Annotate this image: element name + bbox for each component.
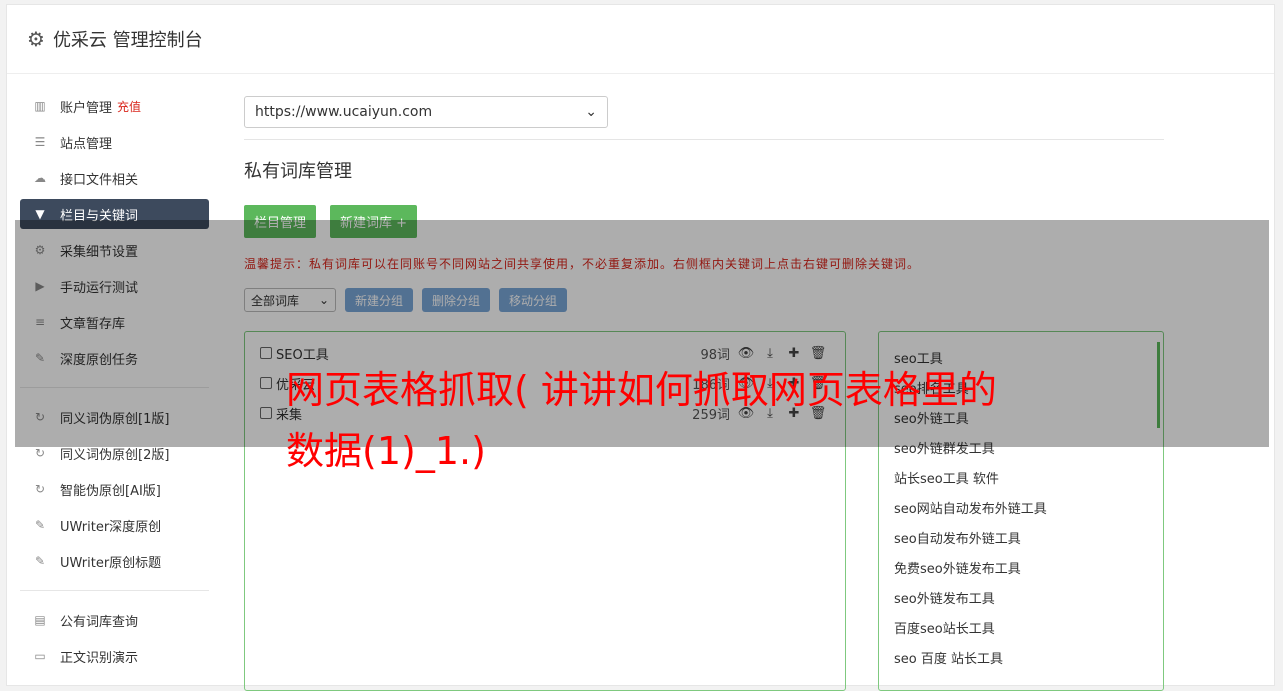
keyword-item[interactable]: 免费seo外链发布工具 — [879, 552, 1163, 582]
sidebar-item-label: 站点管理 — [60, 136, 113, 152]
keyword-item[interactable]: seo网站自动发布外链工具 — [879, 492, 1163, 522]
sidebar-item-label: 账户管理 — [60, 100, 113, 116]
sidebar-item-account[interactable]: ▥ 账户管理 充值 — [20, 91, 209, 121]
bar-chart-icon: ▥ — [34, 99, 46, 113]
sidebar-item-uwriter-title[interactable]: ✎ UWriter原创标题 — [20, 546, 209, 576]
refresh-icon: ↻ — [34, 446, 46, 460]
refresh-icon: ↻ — [34, 482, 46, 496]
edit-icon: ✎ — [34, 518, 46, 532]
header: ⚙ 优采云 管理控制台 — [7, 5, 1274, 74]
keyword-item[interactable]: seo 百度 站长工具 — [879, 642, 1163, 672]
keyword-item[interactable]: 百度seo站长工具 — [879, 612, 1163, 642]
sidebar-item-interface-files[interactable]: ☁ 接口文件相关 — [20, 163, 209, 193]
sidebar-item-label: UWriter深度原创 — [60, 519, 162, 535]
sidebar-item-sites[interactable]: ☰ 站点管理 — [20, 127, 209, 157]
book-icon: ▤ — [34, 613, 46, 627]
site-select[interactable]: https://www.ucaiyun.com ⌄ — [244, 96, 608, 128]
gear-icon[interactable]: ⚙ — [27, 29, 45, 49]
sidebar-item-label: 接口文件相关 — [60, 172, 139, 188]
edit-icon: ✎ — [34, 554, 46, 568]
keyword-item[interactable]: seo自动发布外链工具 — [879, 522, 1163, 552]
app-title: 优采云 管理控制台 — [52, 30, 203, 51]
chevron-down-icon: ⌄ — [585, 104, 597, 120]
desktop-icon: ▭ — [34, 649, 46, 663]
server-icon: ☰ — [34, 135, 46, 149]
sidebar-item-uwriter-deep[interactable]: ✎ UWriter深度原创 — [20, 510, 209, 540]
site-select-value: https://www.ucaiyun.com — [255, 104, 433, 120]
sidebar-divider — [20, 590, 209, 591]
sidebar-item-public-library[interactable]: ▤ 公有词库查询 — [20, 605, 209, 635]
recharge-link[interactable]: 充值 — [117, 98, 141, 115]
sidebar-item-ai-rewrite[interactable]: ↻ 智能伪原创[AI版] — [20, 474, 209, 504]
sidebar-item-label: 正文识别演示 — [60, 650, 139, 666]
sidebar-item-label: 公有词库查询 — [60, 614, 139, 630]
page-title: 私有词库管理 — [244, 161, 352, 182]
cloud-upload-icon: ☁ — [34, 171, 46, 185]
keyword-item[interactable]: seo外链发布工具 — [879, 582, 1163, 612]
sidebar-item-label: UWriter原创标题 — [60, 555, 162, 571]
sidebar-item-label: 智能伪原创[AI版] — [60, 483, 161, 499]
overlay-headline: 网页表格抓取( 讲讲如何抓取网页表格里的数据(1)_1.) — [286, 368, 997, 473]
filter-icon: ▼ — [35, 207, 45, 221]
divider — [244, 139, 1164, 140]
